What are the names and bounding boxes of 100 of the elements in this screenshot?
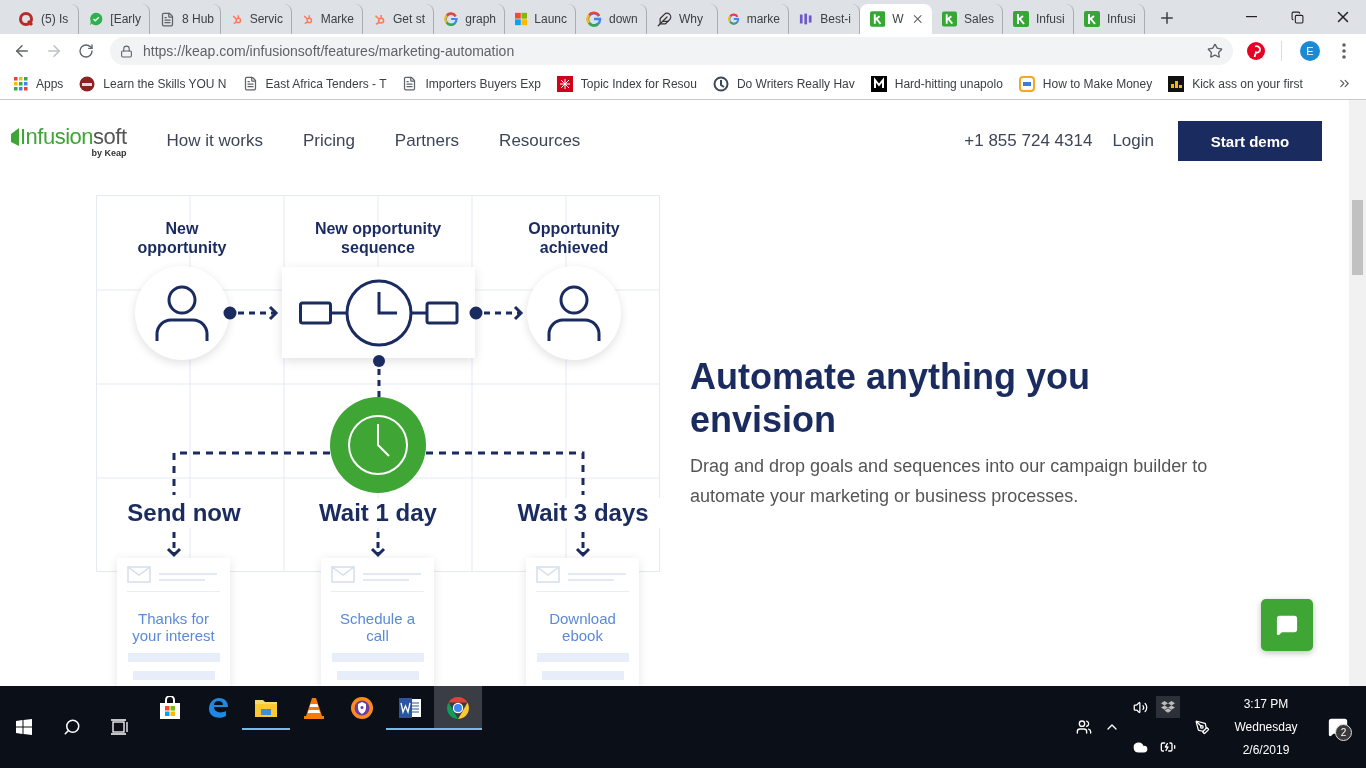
k-tile-icon <box>942 11 957 27</box>
k-tile-icon <box>1013 11 1029 27</box>
ring-icon <box>446 696 470 720</box>
nav-link[interactable]: Pricing <box>302 131 355 151</box>
speaker-icon <box>1132 699 1148 715</box>
stage-label: Opportunity achieved <box>527 219 621 257</box>
document-icon <box>242 76 258 91</box>
stage-label: New opportunity <box>136 219 228 257</box>
nav-link[interactable]: Partners <box>394 131 460 151</box>
sequence-clock-icon <box>298 277 459 348</box>
traffic-cone-icon <box>302 696 326 720</box>
login-link[interactable]: Login <box>1112 131 1154 151</box>
bookmark-link[interactable]: Apps <box>14 76 64 91</box>
profile-avatar[interactable]: E <box>1300 41 1320 61</box>
clock-day: Wednesday <box>1234 715 1298 739</box>
card-title: Schedule a call <box>338 610 417 644</box>
dashed-arrow <box>469 305 524 321</box>
lock-icon <box>120 44 133 58</box>
g-ring-icon <box>444 11 459 27</box>
leaf-icon <box>10 128 20 146</box>
chat-button[interactable] <box>1261 599 1313 651</box>
address-bar[interactable]: https://keap.com/infusionsoft/features/marketing-automation <box>110 37 1233 65</box>
brand-suffix: soft <box>93 124 127 149</box>
ring-icon <box>18 11 34 27</box>
cloud-icon <box>1132 739 1148 755</box>
asterisk-tile-icon <box>556 75 573 92</box>
bookmark-link[interactable]: Topic Index for Resou <box>556 75 697 92</box>
plus-icon <box>1158 9 1176 27</box>
k-tile-icon <box>1084 11 1100 27</box>
feature-heading: Automate anything you envision <box>690 355 1091 441</box>
card-title: Thanks for your interest <box>131 610 216 644</box>
people-icon <box>1076 719 1092 735</box>
shield-circle-icon <box>350 696 374 720</box>
bookmark-link[interactable]: How to Make Money <box>1018 75 1153 92</box>
clock-time: 3:17 PM <box>1243 695 1289 713</box>
shopping-bag-icon <box>158 696 182 720</box>
site-logo[interactable]: Infusionsoft by Keap <box>10 124 127 158</box>
g-ring-icon <box>728 11 740 27</box>
pen-icon <box>1194 719 1210 735</box>
phone-link[interactable]: +1 855 724 4314 <box>964 131 1093 151</box>
envelope-icon <box>127 566 151 583</box>
bookmark-link[interactable]: Hard-hitting unapolo <box>870 75 1003 92</box>
chat-bubble-icon <box>89 11 104 27</box>
nav-link[interactable]: How it works <box>166 131 263 151</box>
feather-icon <box>657 11 672 27</box>
brand-tagline: by Keap <box>91 148 127 158</box>
restore-icon <box>1290 10 1304 24</box>
k-tile-icon <box>870 11 886 27</box>
bookmark-link[interactable]: Importers Buyers Exp <box>402 76 541 91</box>
bars-icon <box>1168 75 1185 92</box>
brand-name: Infusion <box>20 124 94 149</box>
swirl-icon <box>206 696 230 720</box>
task-view-icon <box>111 719 129 735</box>
card-title: Download ebook <box>548 610 617 644</box>
boxes-icon <box>1161 701 1175 713</box>
dashed-arrow <box>575 532 591 558</box>
bookmark-star-icon[interactable] <box>1207 43 1223 59</box>
reload-icon <box>78 43 94 59</box>
battery-icon <box>1160 739 1176 755</box>
document-icon <box>402 76 418 91</box>
bookmark-link[interactable]: East Africa Tenders - T <box>242 76 387 91</box>
menu-icon <box>1342 43 1346 59</box>
scrollbar[interactable] <box>1349 100 1366 686</box>
g-ring-icon <box>586 11 602 27</box>
stage-label: New opportunity sequence <box>313 219 443 257</box>
m-tile-icon <box>870 75 887 92</box>
clock-icon <box>347 414 409 476</box>
envelope-icon <box>536 566 560 583</box>
clock[interactable]: 3:17 PM Wednesday 2/6/2019 <box>1228 692 1304 762</box>
taskbar-app[interactable] <box>434 686 482 730</box>
round-badge-icon <box>79 75 96 92</box>
envelope-icon <box>331 566 355 583</box>
minimize-icon <box>1245 16 1257 18</box>
dashed-arrow <box>370 532 386 558</box>
dashed-connector <box>373 355 385 397</box>
pin-logo-icon[interactable] <box>1247 42 1265 60</box>
circle-icon <box>712 75 729 92</box>
start-demo-button[interactable]: Start demo <box>1178 121 1322 161</box>
bookmark-link[interactable]: Kick ass on your first <box>1168 75 1303 92</box>
scroll-thumb[interactable] <box>1352 200 1363 275</box>
person-icon <box>546 284 602 342</box>
bookmark-link[interactable]: Learn the Skills YOU N <box>79 75 227 92</box>
feature-description: Drag and drop goals and sequences into our campaign builder to automate your marketing or business processes. <box>690 455 1209 508</box>
nav-link[interactable]: Resources <box>499 131 581 151</box>
search-icon <box>63 718 81 736</box>
bookmark-link[interactable]: Do Writers Really Hav <box>712 75 855 92</box>
document-tile-icon <box>398 696 422 720</box>
notifications-button[interactable]: 2 <box>1318 707 1358 747</box>
browser-tab[interactable]: W <box>860 4 932 34</box>
framed-tile-icon <box>1018 75 1035 92</box>
person-icon <box>154 284 210 342</box>
chat-icon <box>1276 614 1298 636</box>
bars-icon <box>799 11 814 27</box>
windows-logo-icon <box>16 719 32 735</box>
clock-date: 2/6/2019 <box>1242 741 1290 759</box>
notification-count: 2 <box>1335 724 1352 741</box>
box-tray-button[interactable] <box>1156 696 1180 718</box>
apps-grid-icon <box>14 76 28 91</box>
forward-arrow-icon <box>45 42 63 60</box>
four-squares-icon <box>515 11 528 27</box>
